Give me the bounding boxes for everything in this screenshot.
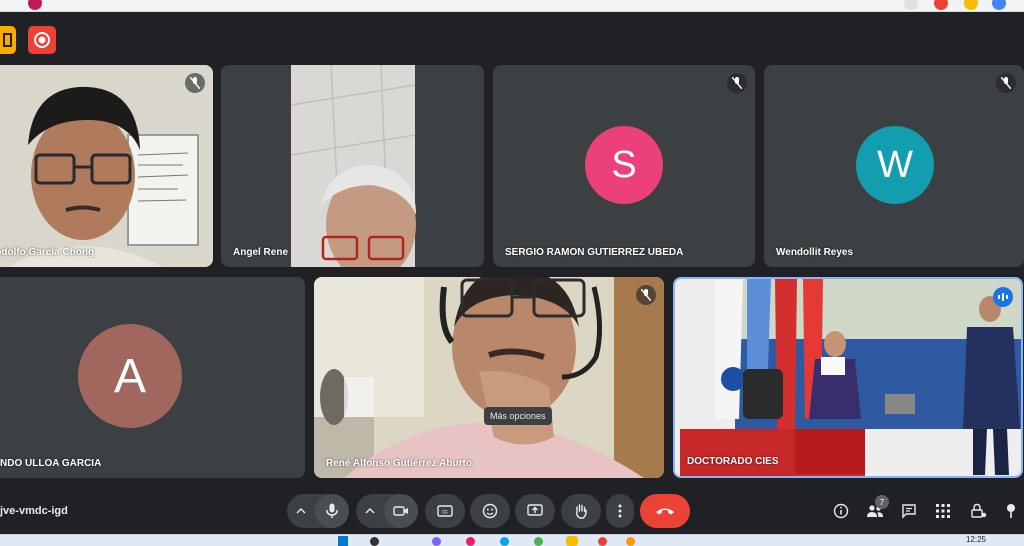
raise-hand-button[interactable] <box>561 494 601 528</box>
extension-icon[interactable] <box>904 0 918 10</box>
participant-tile[interactable]: Más opciones René Alfonso Gutiérrez Abur… <box>314 277 664 478</box>
participant-video <box>314 277 664 478</box>
hang-up-icon <box>656 508 674 515</box>
participant-tile[interactable]: A NDO ULLOA GARCIA <box>0 277 305 478</box>
participant-name: NDO ULLOA GARCIA <box>0 458 102 469</box>
tab-favicon-icon <box>28 0 42 10</box>
taskbar-app-icon[interactable] <box>598 537 607 546</box>
participant-tile[interactable]: S SERGIO RAMON GUTIERREZ UBEDA <box>493 65 755 267</box>
participant-name: Angel Rene <box>233 247 289 258</box>
taskbar-app-icon[interactable] <box>626 537 635 546</box>
present-screen-button[interactable] <box>515 494 555 528</box>
chevron-up-icon <box>365 508 375 514</box>
extension-icon[interactable] <box>964 0 978 10</box>
mic-off-icon <box>185 73 205 93</box>
info-icon <box>833 503 849 519</box>
taskbar-app-icon[interactable] <box>466 537 475 546</box>
extension-icon[interactable] <box>934 0 948 10</box>
host-controls-button[interactable] <box>968 500 990 522</box>
mic-off-icon <box>727 73 747 93</box>
call-controls-bar: jve-vmdc-igd cc 7 <box>0 488 1024 536</box>
avatar: A <box>78 324 182 428</box>
participant-tile[interactable]: W Wendollit Reyes <box>764 65 1024 267</box>
chevron-up-icon <box>296 508 306 514</box>
microphone-icon <box>326 503 338 518</box>
taskbar-app-icon[interactable] <box>432 537 441 546</box>
more-vert-icon <box>618 504 622 518</box>
avatar: W <box>856 126 934 204</box>
clock-time: 12:25 <box>965 535 986 544</box>
participant-name: Wendollit Reyes <box>776 247 854 258</box>
captions-button[interactable]: cc <box>425 494 465 528</box>
browser-tab-strip <box>0 0 1024 12</box>
top-left-indicators <box>0 26 56 54</box>
camera-control-group <box>356 494 418 528</box>
taskbar-app-icon[interactable] <box>534 537 543 546</box>
mic-off-icon <box>636 285 656 305</box>
taskbar-app-icon[interactable] <box>370 537 379 546</box>
meet-window: Rodolfo García Chong Angel Rene <box>0 12 1024 534</box>
taskbar-app-icon[interactable] <box>500 537 509 546</box>
camera-options-button[interactable] <box>356 494 384 528</box>
os-taskbar: 12:25 <box>0 534 1024 546</box>
layout-icon[interactable] <box>0 26 16 54</box>
avatar-initial: W <box>877 143 913 186</box>
participant-video <box>0 65 213 267</box>
companion-button[interactable] <box>1000 500 1022 522</box>
participant-count-badge: 7 <box>875 495 889 509</box>
participant-name: SERGIO RAMON GUTIERREZ UBEDA <box>505 247 684 258</box>
taskbar-start-icon[interactable] <box>338 536 348 546</box>
avatar-initial: S <box>611 143 637 186</box>
taskbar-app-icon[interactable] <box>566 536 578 546</box>
mic-toggle-button[interactable] <box>315 494 349 528</box>
avatar: S <box>585 126 663 204</box>
raise-hand-icon <box>576 504 587 519</box>
participant-name: René Alfonso Gutiérrez Aburto <box>326 458 472 469</box>
speaking-indicator-icon <box>993 287 1013 307</box>
participant-video <box>675 279 1021 476</box>
meeting-details-button[interactable] <box>830 500 852 522</box>
participant-name: Rodolfo García Chong <box>0 247 95 258</box>
participant-name: DOCTORADO CIES <box>687 456 779 467</box>
mic-options-button[interactable] <box>287 494 315 528</box>
participant-video <box>221 65 484 267</box>
apps-grid-icon <box>936 504 950 518</box>
present-screen-icon <box>527 504 543 516</box>
participant-tile-active[interactable]: DOCTORADO CIES <box>673 277 1023 478</box>
chat-icon <box>902 504 916 519</box>
profile-avatar-icon[interactable] <box>992 0 1006 10</box>
activities-button[interactable] <box>932 500 954 522</box>
recording-icon[interactable] <box>28 26 56 54</box>
video-camera-icon <box>393 506 408 516</box>
meeting-code: jve-vmdc-igd <box>0 505 68 517</box>
emoji-icon <box>482 503 498 519</box>
svg-text:cc: cc <box>442 510 448 516</box>
person-pin-icon <box>1007 504 1015 518</box>
closed-captions-icon: cc <box>437 505 453 517</box>
participant-tile[interactable]: Angel Rene <box>221 65 484 267</box>
mic-off-icon <box>996 73 1016 93</box>
lock-person-icon <box>971 503 987 518</box>
avatar-initial: A <box>113 349 146 403</box>
chat-button[interactable] <box>898 500 920 522</box>
camera-toggle-button[interactable] <box>384 494 418 528</box>
tooltip: Más opciones <box>484 407 552 425</box>
more-options-button[interactable] <box>606 494 634 528</box>
participant-tile[interactable]: Rodolfo García Chong <box>0 65 213 267</box>
reactions-button[interactable] <box>470 494 510 528</box>
leave-call-button[interactable] <box>640 494 690 528</box>
mic-control-group <box>287 494 349 528</box>
